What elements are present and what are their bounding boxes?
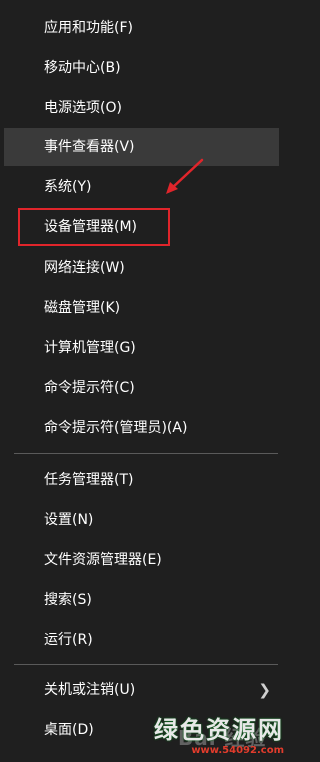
menu-item-file-explorer[interactable]: 文件资源管理器(E)	[4, 541, 279, 579]
highlight-box	[18, 208, 170, 246]
menu-item-label: 设置(N)	[44, 512, 94, 528]
menu-item-label: 文件资源管理器(E)	[44, 552, 162, 568]
menu-item-label: 计算机管理(G)	[44, 340, 136, 356]
menu-separator	[14, 664, 278, 665]
menu-item-disk-management[interactable]: 磁盘管理(K)	[4, 289, 279, 327]
winx-context-menu: 应用和功能(F) 移动中心(B) 电源选项(O) 事件查看器(V) 系统(Y) …	[0, 0, 288, 762]
menu-item-settings[interactable]: 设置(N)	[4, 501, 279, 539]
menu-item-label: 关机或注销(U)	[44, 682, 136, 698]
menu-separator	[14, 453, 278, 454]
menu-item-label: 任务管理器(T)	[44, 472, 134, 488]
site-watermark-brand: 绿色资源网	[154, 716, 284, 744]
menu-item-label: 桌面(D)	[44, 722, 94, 738]
menu-item-apps-features[interactable]: 应用和功能(F)	[4, 9, 279, 47]
menu-item-label: 运行(R)	[44, 632, 93, 648]
menu-item-search[interactable]: 搜索(S)	[4, 581, 279, 619]
menu-item-label: 命令提示符(管理员)(A)	[44, 420, 188, 436]
menu-item-label: 移动中心(B)	[44, 60, 121, 76]
menu-item-label: 命令提示符(C)	[44, 380, 135, 396]
menu-item-label: 网络连接(W)	[44, 260, 125, 276]
chevron-right-icon: ❯	[258, 681, 271, 699]
menu-item-label: 磁盘管理(K)	[44, 300, 121, 316]
menu-item-network-connections[interactable]: 网络连接(W)	[4, 249, 279, 287]
menu-item-command-prompt[interactable]: 命令提示符(C)	[4, 369, 279, 407]
menu-item-computer-management[interactable]: 计算机管理(G)	[4, 329, 279, 367]
menu-item-task-manager[interactable]: 任务管理器(T)	[4, 461, 279, 499]
menu-item-power-options[interactable]: 电源选项(O)	[4, 89, 279, 127]
site-watermark: 绿色资源网 www.54092.com	[154, 710, 284, 756]
menu-item-mobility-center[interactable]: 移动中心(B)	[4, 49, 279, 87]
menu-item-shutdown-signout[interactable]: 关机或注销(U) ❯	[4, 671, 279, 709]
menu-item-run[interactable]: 运行(R)	[4, 621, 279, 659]
menu-item-label: 电源选项(O)	[44, 100, 122, 116]
menu-item-system[interactable]: 系统(Y)	[4, 168, 279, 206]
site-watermark-url: www.54092.com	[191, 745, 284, 756]
menu-item-label: 事件查看器(V)	[44, 139, 135, 155]
menu-item-label: 搜索(S)	[44, 592, 92, 608]
menu-item-label: 系统(Y)	[44, 179, 92, 195]
menu-item-event-viewer[interactable]: 事件查看器(V)	[4, 128, 279, 166]
menu-item-command-prompt-admin[interactable]: 命令提示符(管理员)(A)	[4, 409, 279, 447]
red-arrow-icon	[166, 158, 204, 194]
menu-item-label: 应用和功能(F)	[44, 20, 133, 36]
